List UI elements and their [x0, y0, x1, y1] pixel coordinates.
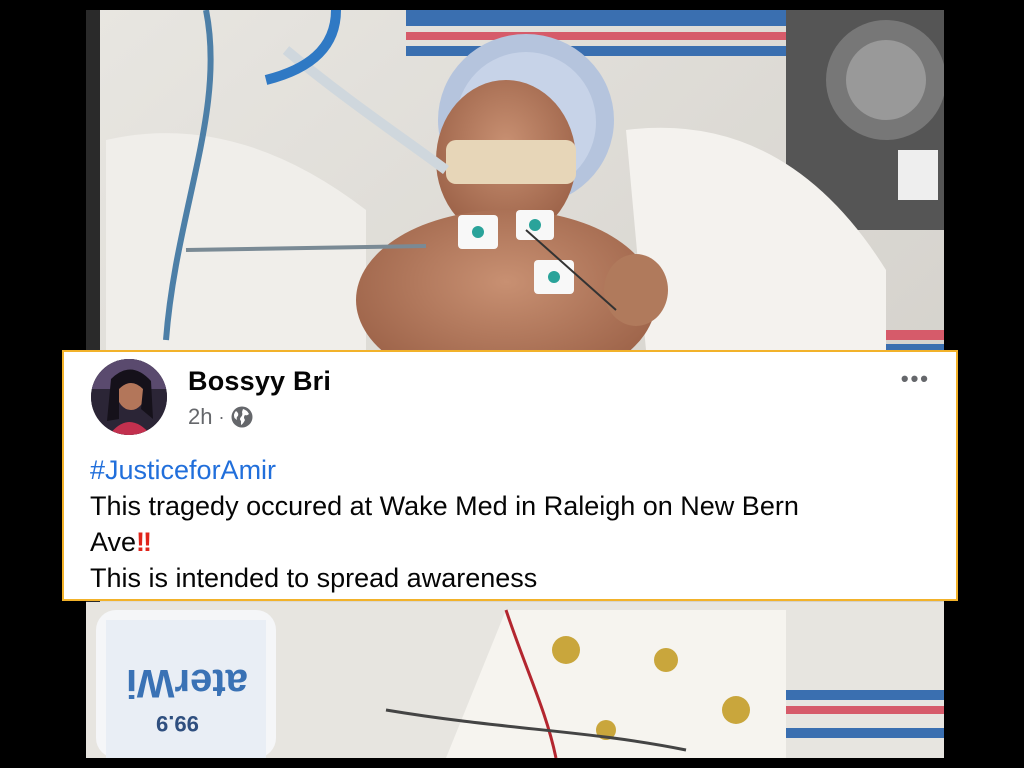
- post-time[interactable]: 2h: [188, 404, 212, 430]
- avatar[interactable]: [91, 359, 167, 435]
- photo-brand-text: aterWi: [126, 661, 248, 705]
- post-card: Bossyy Bri 2h · ••• #JusticeforAmir This…: [62, 350, 958, 601]
- post-meta: 2h ·: [188, 404, 254, 430]
- globe-icon[interactable]: [230, 405, 254, 429]
- post-body: #JusticeforAmir This tragedy occured at …: [90, 452, 916, 596]
- post-text-line-2: Ave: [90, 527, 137, 557]
- double-exclamation-emoji: !!: [136, 527, 152, 557]
- meta-separator: ·: [218, 406, 225, 427]
- post-text-line-1: This tragedy occured at Wake Med in Rale…: [90, 491, 799, 521]
- post-text-line-3: This is intended to spread awareness: [90, 563, 538, 593]
- post-author[interactable]: Bossyy Bri: [188, 366, 331, 397]
- hashtag-link[interactable]: #JusticeforAmir: [90, 455, 276, 485]
- photo-watermark-number: 99.9: [156, 711, 199, 736]
- more-options-icon[interactable]: •••: [901, 368, 930, 390]
